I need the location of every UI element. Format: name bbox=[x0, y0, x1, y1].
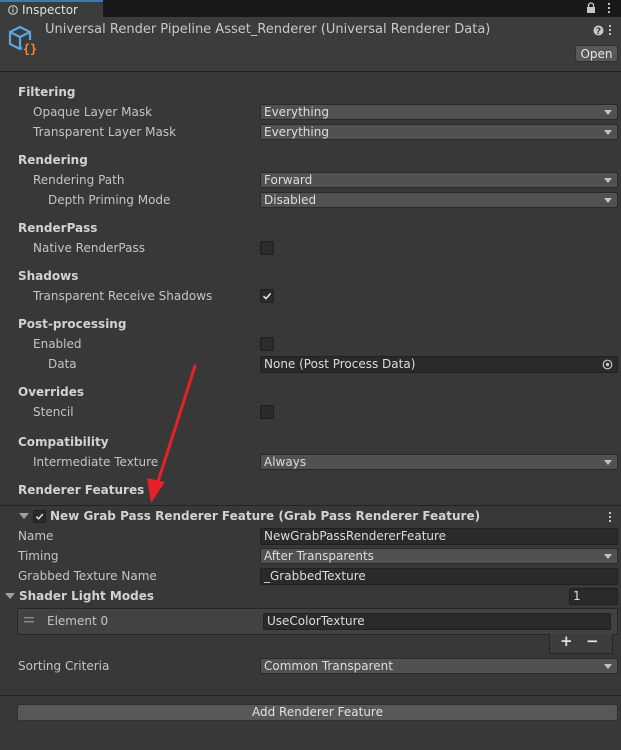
transparent-receive-shadows-checkbox[interactable] bbox=[260, 289, 274, 303]
native-renderpass-checkbox[interactable] bbox=[260, 241, 274, 255]
remove-element-button[interactable]: − bbox=[586, 632, 599, 650]
transparent-layer-mask-value: Everything bbox=[264, 125, 329, 139]
annotation-arrow-icon bbox=[147, 364, 197, 503]
rendering-heading: Rendering bbox=[18, 153, 88, 167]
grabbed-texture-name-input[interactable]: _GrabbedTexture bbox=[260, 568, 618, 585]
grabbed-texture-name-label: Grabbed Texture Name bbox=[18, 569, 157, 583]
info-icon bbox=[8, 5, 18, 15]
filtering-heading: Filtering bbox=[18, 85, 76, 99]
sorting-criteria-value: Common Transparent bbox=[264, 659, 393, 673]
rendering-path-dropdown[interactable]: Forward bbox=[260, 172, 618, 188]
shader-light-modes-foldout-icon[interactable] bbox=[5, 593, 15, 599]
renderer-asset-icon: {} bbox=[8, 25, 38, 56]
feature-title: New Grab Pass Renderer Feature (Grab Pas… bbox=[50, 509, 481, 523]
renderer-features-heading: Renderer Features bbox=[18, 483, 145, 497]
feature-menu-icon[interactable] bbox=[609, 512, 611, 524]
inspector-header: {} Universal Render Pipeline Asset_Rende… bbox=[0, 17, 621, 72]
svg-text:{}: {} bbox=[23, 42, 37, 56]
rendering-path-value: Forward bbox=[264, 173, 313, 187]
element-0-input[interactable]: UseColorTexture bbox=[263, 613, 611, 630]
intermediate-texture-dropdown[interactable]: Always bbox=[260, 454, 618, 470]
sorting-criteria-label: Sorting Criteria bbox=[18, 659, 110, 673]
asset-title: Universal Render Pipeline Asset_Renderer… bbox=[45, 22, 491, 37]
drag-handle-icon[interactable] bbox=[24, 617, 34, 623]
shader-light-modes-count-value: 1 bbox=[573, 589, 581, 603]
dropdown-arrow-icon bbox=[604, 554, 612, 559]
depth-priming-mode-value: Disabled bbox=[264, 193, 317, 207]
tab-bar: Inspector bbox=[0, 0, 621, 17]
feature-name-label: Name bbox=[18, 529, 54, 543]
post-process-data-value: None (Post Process Data) bbox=[264, 357, 416, 371]
feature-foldout-icon[interactable] bbox=[19, 513, 29, 519]
feature-name-input[interactable]: NewGrabPassRendererFeature bbox=[260, 528, 618, 545]
post-processing-enabled-label: Enabled bbox=[33, 337, 82, 351]
post-process-data-field[interactable]: None (Post Process Data) bbox=[260, 356, 618, 373]
renderpass-heading: RenderPass bbox=[18, 221, 98, 235]
lock-icon[interactable] bbox=[586, 2, 596, 14]
opaque-layer-mask-dropdown[interactable]: Everything bbox=[260, 104, 618, 120]
post-processing-heading: Post-processing bbox=[18, 317, 127, 331]
object-picker-icon[interactable] bbox=[602, 359, 613, 370]
sorting-criteria-dropdown[interactable]: Common Transparent bbox=[260, 658, 618, 674]
feature-enabled-checkbox[interactable] bbox=[33, 510, 46, 523]
tab-menu-icon[interactable] bbox=[608, 3, 610, 15]
depth-priming-mode-dropdown[interactable]: Disabled bbox=[260, 192, 618, 208]
post-processing-enabled-checkbox[interactable] bbox=[260, 337, 274, 351]
open-button[interactable]: Open bbox=[575, 45, 618, 62]
checkmark-icon bbox=[35, 513, 44, 520]
help-icon[interactable]: ? bbox=[593, 25, 604, 36]
tab-label: Inspector bbox=[22, 3, 78, 17]
rendering-path-label: Rendering Path bbox=[33, 173, 125, 187]
dropdown-arrow-icon bbox=[604, 664, 612, 669]
stencil-label: Stencil bbox=[33, 405, 74, 419]
dropdown-arrow-icon bbox=[604, 110, 612, 115]
timing-dropdown[interactable]: After Transparents bbox=[260, 548, 618, 564]
intermediate-texture-value: Always bbox=[264, 455, 307, 469]
dropdown-arrow-icon bbox=[604, 198, 612, 203]
compatibility-heading: Compatibility bbox=[18, 435, 109, 449]
header-menu-icon[interactable] bbox=[609, 25, 611, 37]
feature-name-value: NewGrabPassRendererFeature bbox=[264, 529, 447, 543]
dropdown-arrow-icon bbox=[604, 178, 612, 183]
transparent-layer-mask-label: Transparent Layer Mask bbox=[33, 125, 177, 139]
add-element-button[interactable]: + bbox=[560, 632, 573, 650]
stencil-checkbox[interactable] bbox=[260, 405, 274, 419]
overrides-heading: Overrides bbox=[18, 385, 84, 399]
post-process-data-label: Data bbox=[48, 357, 77, 371]
add-feature-divider bbox=[0, 695, 621, 696]
feature-divider bbox=[0, 505, 621, 506]
depth-priming-mode-label: Depth Priming Mode bbox=[48, 193, 171, 207]
element-0-value: UseColorTexture bbox=[267, 614, 365, 628]
tab-inspector[interactable]: Inspector bbox=[0, 0, 103, 17]
native-renderpass-label: Native RenderPass bbox=[33, 241, 145, 255]
dropdown-arrow-icon bbox=[604, 460, 612, 465]
shadows-heading: Shadows bbox=[18, 269, 79, 283]
timing-value: After Transparents bbox=[264, 549, 374, 563]
add-renderer-feature-button[interactable]: Add Renderer Feature bbox=[17, 704, 618, 721]
shader-light-modes-label[interactable]: Shader Light Modes bbox=[19, 589, 154, 603]
shader-light-modes-count-input[interactable]: 1 bbox=[569, 588, 618, 605]
checkmark-icon bbox=[262, 292, 272, 300]
element-0-label: Element 0 bbox=[47, 614, 109, 628]
opaque-layer-mask-label: Opaque Layer Mask bbox=[33, 105, 153, 119]
timing-label: Timing bbox=[18, 549, 59, 563]
list-add-remove-footer bbox=[549, 634, 613, 654]
transparent-layer-mask-dropdown[interactable]: Everything bbox=[260, 124, 618, 140]
opaque-layer-mask-value: Everything bbox=[264, 105, 329, 119]
grabbed-texture-name-value: _GrabbedTexture bbox=[264, 569, 366, 583]
transparent-receive-shadows-label: Transparent Receive Shadows bbox=[33, 289, 213, 303]
svg-text:?: ? bbox=[596, 27, 601, 36]
dropdown-arrow-icon bbox=[604, 130, 612, 135]
